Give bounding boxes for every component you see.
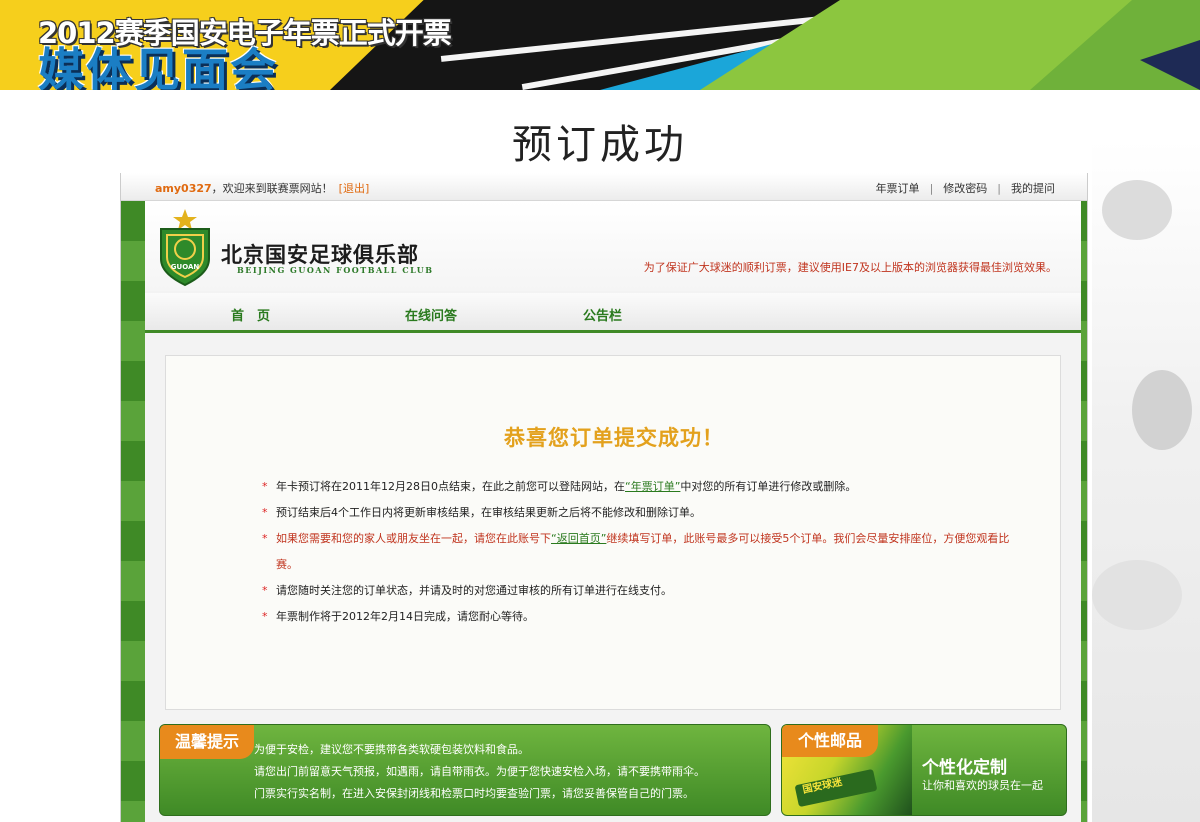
rule-item: * 预订结束后4个工作日内将更新审核结果，在审核结果更新之后将不能修改和删除订单… (262, 500, 1022, 526)
main-nav: 首 页 在线问答 公告栏 (145, 293, 1081, 333)
bullet-star-icon: * (262, 610, 268, 623)
warm-tips-lines: 为便于安检，建议您不要携带各类软硬包装饮料和食品。 请您出门前留意天气预报，如遇… (254, 739, 764, 805)
club-badge-icon[interactable]: GUOAN (155, 207, 215, 287)
warm-tips-tag: 温馨提示 (160, 725, 254, 759)
rule-text: 年卡预订将在2011年12月28日0点结束，在此之前您可以登陆网站，在 (276, 480, 625, 493)
annual-orders-link[interactable]: “年票订单” (625, 480, 680, 493)
nav-home[interactable]: 首 页 (231, 305, 270, 324)
banner-subtitle: 媒体见面会 (38, 43, 278, 90)
grass-stripe-left (121, 201, 145, 822)
order-rules-list: * 年卡预订将在2011年12月28日0点结束，在此之前您可以登陆网站，在“年票… (262, 474, 1022, 630)
rule-text: 请您随时关注您的订单状态，并请及时的对您通过审核的所有订单进行在线支付。 (276, 584, 672, 597)
logout-link[interactable]: [退出] (339, 182, 370, 195)
link-annual-orders[interactable]: 年票订单 (876, 182, 920, 195)
rule-text: 中对您的所有订单进行修改或删除。 (680, 480, 857, 493)
nav-bulletin[interactable]: 公告栏 (583, 305, 622, 324)
stamp-subtitle: 让你和喜欢的球员在一起 (922, 779, 1043, 792)
slide-banner: 2012赛季国安电子年票正式开票 媒体见面会 (0, 0, 1200, 90)
back-home-link[interactable]: “返回首页” (551, 532, 606, 545)
link-my-questions[interactable]: 我的提问 (1011, 182, 1055, 195)
rule-item: * 请您随时关注您的订单状态，并请及时的对您通过审核的所有订单进行在线支付。 (262, 578, 1022, 604)
top-links: 年票订单 | 修改密码 | 我的提问 (870, 180, 1061, 196)
tip-line: 请您出门前留意天气预报，如遇雨，请自带雨衣。为便于您快速安检入场，请不要携带雨伞… (254, 765, 705, 778)
link-change-password[interactable]: 修改密码 (943, 182, 987, 195)
slide-heading: 预订成功 (512, 122, 688, 168)
stamp-title: 个性化定制 (922, 758, 1007, 778)
club-name-english: BEIJING GUOAN FOOTBALL CLUB (237, 265, 434, 275)
tip-line: 门票实行实名制，在进入安保封闭线和检票口时均要查验门票，请您妥善保管自己的门票。 (254, 787, 694, 800)
bullet-star-icon: * (262, 584, 268, 597)
nav-online-qa[interactable]: 在线问答 (405, 305, 457, 324)
site-header: GUOAN 北京国安足球俱乐部 BEIJING GUOAN FOOTBALL C… (145, 201, 1081, 291)
tip-line: 为便于安检，建议您不要携带各类软硬包装饮料和食品。 (254, 743, 529, 756)
rule-text: 年票制作将于2012年2月14日完成，请您耐心等待。 (276, 610, 534, 623)
badge-letters: GUOAN (171, 263, 200, 271)
website-screenshot: amy0327，欢迎来到联赛票网站！ [退出] 年票订单 | 修改密码 | 我的提问 GU… (120, 173, 1088, 822)
stamp-tag: 个性邮品 (782, 725, 878, 757)
bullet-star-icon: * (262, 532, 268, 545)
custom-stamp-banner[interactable]: 国安球迷 个性邮品 个性化定制 让你和喜欢的球员在一起 (781, 724, 1067, 816)
success-title: 恭喜您订单提交成功！ (504, 426, 724, 450)
browser-notice: 为了保证广大球迷的顺利订票，建议使用IE7及以上版本的浏览器获得最佳浏览效果。 (643, 261, 1057, 274)
welcome-text: ，欢迎来到联赛票网站！ (211, 182, 333, 195)
bullet-star-icon: * (262, 480, 268, 493)
rule-item: * 年票制作将于2012年2月14日完成，请您耐心等待。 (262, 604, 1022, 630)
rule-text: 预订结束后4个工作日内将更新审核结果，在审核结果更新之后将不能修改和删除订单。 (276, 506, 701, 519)
bullet-star-icon: * (262, 506, 268, 519)
top-user-bar: amy0327，欢迎来到联赛票网站！ [退出] 年票订单 | 修改密码 | 我的提问 (121, 173, 1087, 201)
decoration-blob (1132, 370, 1192, 450)
decoration-blob (1092, 560, 1182, 630)
link-separator: | (929, 182, 934, 195)
user-greeting: amy0327，欢迎来到联赛票网站！ [退出] (155, 180, 369, 196)
rule-item: * 年卡预订将在2011年12月28日0点结束，在此之前您可以登陆网站，在“年票… (262, 474, 1022, 500)
order-success-box: 恭喜您订单提交成功！ * 年卡预订将在2011年12月28日0点结束，在此之前您… (165, 355, 1061, 710)
site-body: GUOAN 北京国安足球俱乐部 BEIJING GUOAN FOOTBALL C… (145, 201, 1081, 822)
warm-tips-panel: 温馨提示 为便于安检，建议您不要携带各类软硬包装饮料和食品。 请您出门前留意天气… (159, 724, 771, 816)
rule-text: 如果您需要和您的家人或朋友坐在一起，请您在此账号下 (276, 532, 551, 545)
username: amy0327 (155, 182, 212, 195)
link-separator: | (997, 182, 1001, 195)
decoration-blob (1102, 180, 1172, 240)
rule-item: * 如果您需要和您的家人或朋友坐在一起，请您在此账号下“返回首页”继续填写订单，… (262, 526, 1022, 578)
background-decoration (1092, 140, 1200, 822)
